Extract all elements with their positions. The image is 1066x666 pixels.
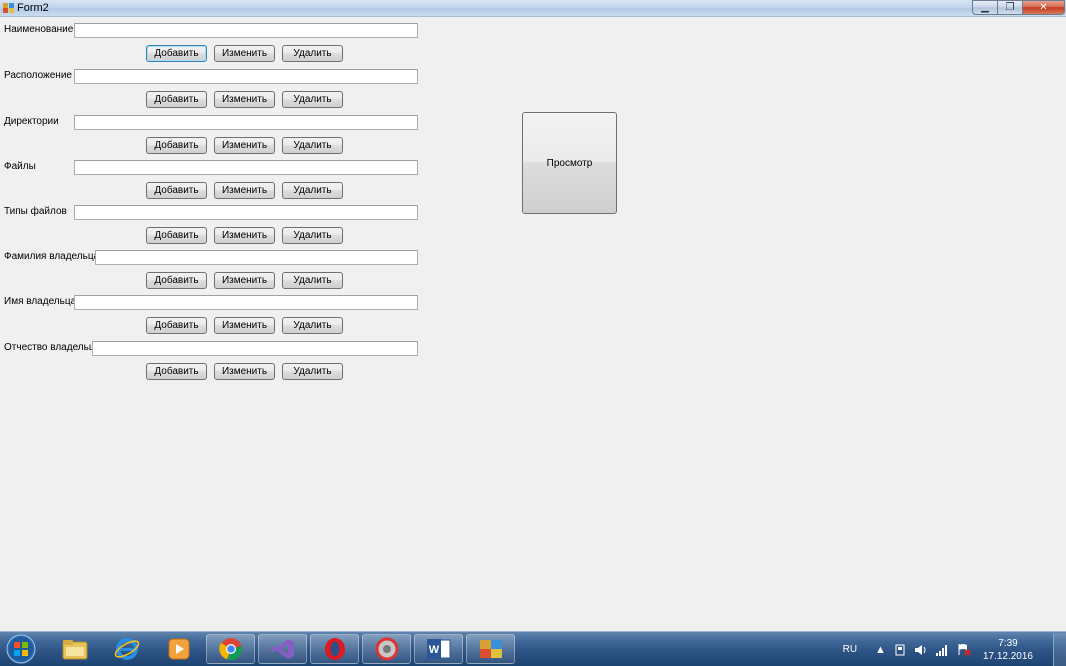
edit-owner-patronymic-button[interactable]: Изменить <box>214 363 275 380</box>
add-file-types-button[interactable]: Добавить <box>146 227 207 244</box>
window-title-bar[interactable]: Form2 ▁ ❐ ✕ <box>0 0 1066 17</box>
taskbar-chrome[interactable] <box>206 634 255 664</box>
clock-date: 17.12.2016 <box>982 650 1033 662</box>
media-player-icon <box>168 638 189 660</box>
show-desktop-button[interactable] <box>1053 633 1066 666</box>
clock-time: 7:39 <box>998 637 1018 649</box>
owner-name-input[interactable] <box>74 295 418 310</box>
taskbar-app[interactable] <box>362 634 411 664</box>
close-button[interactable]: ✕ <box>1022 0 1065 15</box>
delete-directories-button[interactable]: Удалить <box>282 137 343 154</box>
files-input[interactable] <box>74 160 418 175</box>
system-tray: RU ▲ 7:39 17.12.2016 <box>843 632 1066 666</box>
directories-input[interactable] <box>74 115 418 130</box>
taskbar-apps: W <box>50 634 518 664</box>
file-types-input[interactable] <box>74 205 418 220</box>
edit-directories-button[interactable]: Изменить <box>214 137 275 154</box>
location-input[interactable] <box>74 69 418 84</box>
form-window-icon <box>3 3 14 13</box>
signal-icon[interactable] <box>935 644 949 656</box>
label-files: Файлы <box>4 161 36 172</box>
label-location: Расположение <box>4 70 72 81</box>
taskbar: W RU ▲ 7:39 17.12.2016 <box>0 631 1066 666</box>
edit-location-button[interactable]: Изменить <box>214 91 275 108</box>
taskbar-form-app[interactable] <box>466 634 515 664</box>
view-button[interactable]: Просмотр <box>522 112 617 214</box>
add-owner-patronymic-button[interactable]: Добавить <box>146 363 207 380</box>
delete-file-types-button[interactable]: Удалить <box>282 227 343 244</box>
edit-file-types-button[interactable]: Изменить <box>214 227 275 244</box>
label-owner-patronymic: Отчество владельца <box>4 342 101 353</box>
opera-icon <box>324 638 345 660</box>
windows-logo-icon <box>6 634 36 664</box>
label-file-types: Типы файлов <box>4 206 67 217</box>
delete-owner-name-button[interactable]: Удалить <box>282 317 343 334</box>
maximize-button[interactable]: ❐ <box>997 0 1022 15</box>
add-location-button[interactable]: Добавить <box>146 91 207 108</box>
desktop-screen: Form2 ▁ ❐ ✕ Наименование Добавить Измени… <box>0 0 1066 666</box>
delete-owner-patronymic-button[interactable]: Удалить <box>282 363 343 380</box>
visual-studio-icon <box>270 639 294 659</box>
owner-surname-input[interactable] <box>95 250 418 265</box>
taskbar-explorer[interactable] <box>50 634 99 664</box>
word-icon: W <box>426 639 450 659</box>
maximize-icon: ❐ <box>1005 2 1015 13</box>
internet-explorer-icon <box>114 638 139 660</box>
add-name-button[interactable]: Добавить <box>146 45 207 62</box>
label-directories: Директории <box>4 116 59 127</box>
label-owner-surname: Фамилия владельца <box>4 251 100 262</box>
start-button[interactable] <box>3 634 39 664</box>
window-controls: ▁ ❐ ✕ <box>972 0 1065 15</box>
action-center-flag-icon[interactable] <box>957 643 971 656</box>
clock[interactable]: 7:39 17.12.2016 <box>983 637 1033 663</box>
delete-files-button[interactable]: Удалить <box>282 182 343 199</box>
taskbar-word[interactable]: W <box>414 634 463 664</box>
name-input[interactable] <box>74 23 418 38</box>
label-owner-name: Имя владельца <box>4 296 77 307</box>
chrome-icon <box>218 638 242 661</box>
close-icon: ✕ <box>1039 2 1048 13</box>
volume-icon[interactable] <box>914 644 927 656</box>
form-app-icon <box>479 640 502 658</box>
owner-patronymic-input[interactable] <box>92 341 418 356</box>
add-directories-button[interactable]: Добавить <box>146 137 207 154</box>
window-title: Form2 <box>17 2 49 14</box>
minimize-button[interactable]: ▁ <box>972 0 997 15</box>
delete-owner-surname-button[interactable]: Удалить <box>282 272 343 289</box>
edit-owner-surname-button[interactable]: Изменить <box>214 272 275 289</box>
minimize-icon: ▁ <box>981 2 989 13</box>
add-owner-name-button[interactable]: Добавить <box>146 317 207 334</box>
tray-app-icon[interactable] <box>894 644 906 656</box>
edit-files-button[interactable]: Изменить <box>214 182 275 199</box>
tray-expand-icon[interactable]: ▲ <box>875 644 886 656</box>
delete-location-button[interactable]: Удалить <box>282 91 343 108</box>
svg-text:W: W <box>428 644 439 656</box>
edit-name-button[interactable]: Изменить <box>214 45 275 62</box>
edit-owner-name-button[interactable]: Изменить <box>214 317 275 334</box>
delete-name-button[interactable]: Удалить <box>282 45 343 62</box>
taskbar-media-player[interactable] <box>154 634 203 664</box>
add-files-button[interactable]: Добавить <box>146 182 207 199</box>
label-name: Наименование <box>4 24 74 35</box>
taskbar-internet-explorer[interactable] <box>102 634 151 664</box>
language-indicator[interactable]: RU <box>843 644 857 655</box>
add-owner-surname-button[interactable]: Добавить <box>146 272 207 289</box>
app-icon <box>375 637 398 661</box>
taskbar-visual-studio[interactable] <box>258 634 307 664</box>
taskbar-opera[interactable] <box>310 634 359 664</box>
folder-icon <box>62 640 87 660</box>
